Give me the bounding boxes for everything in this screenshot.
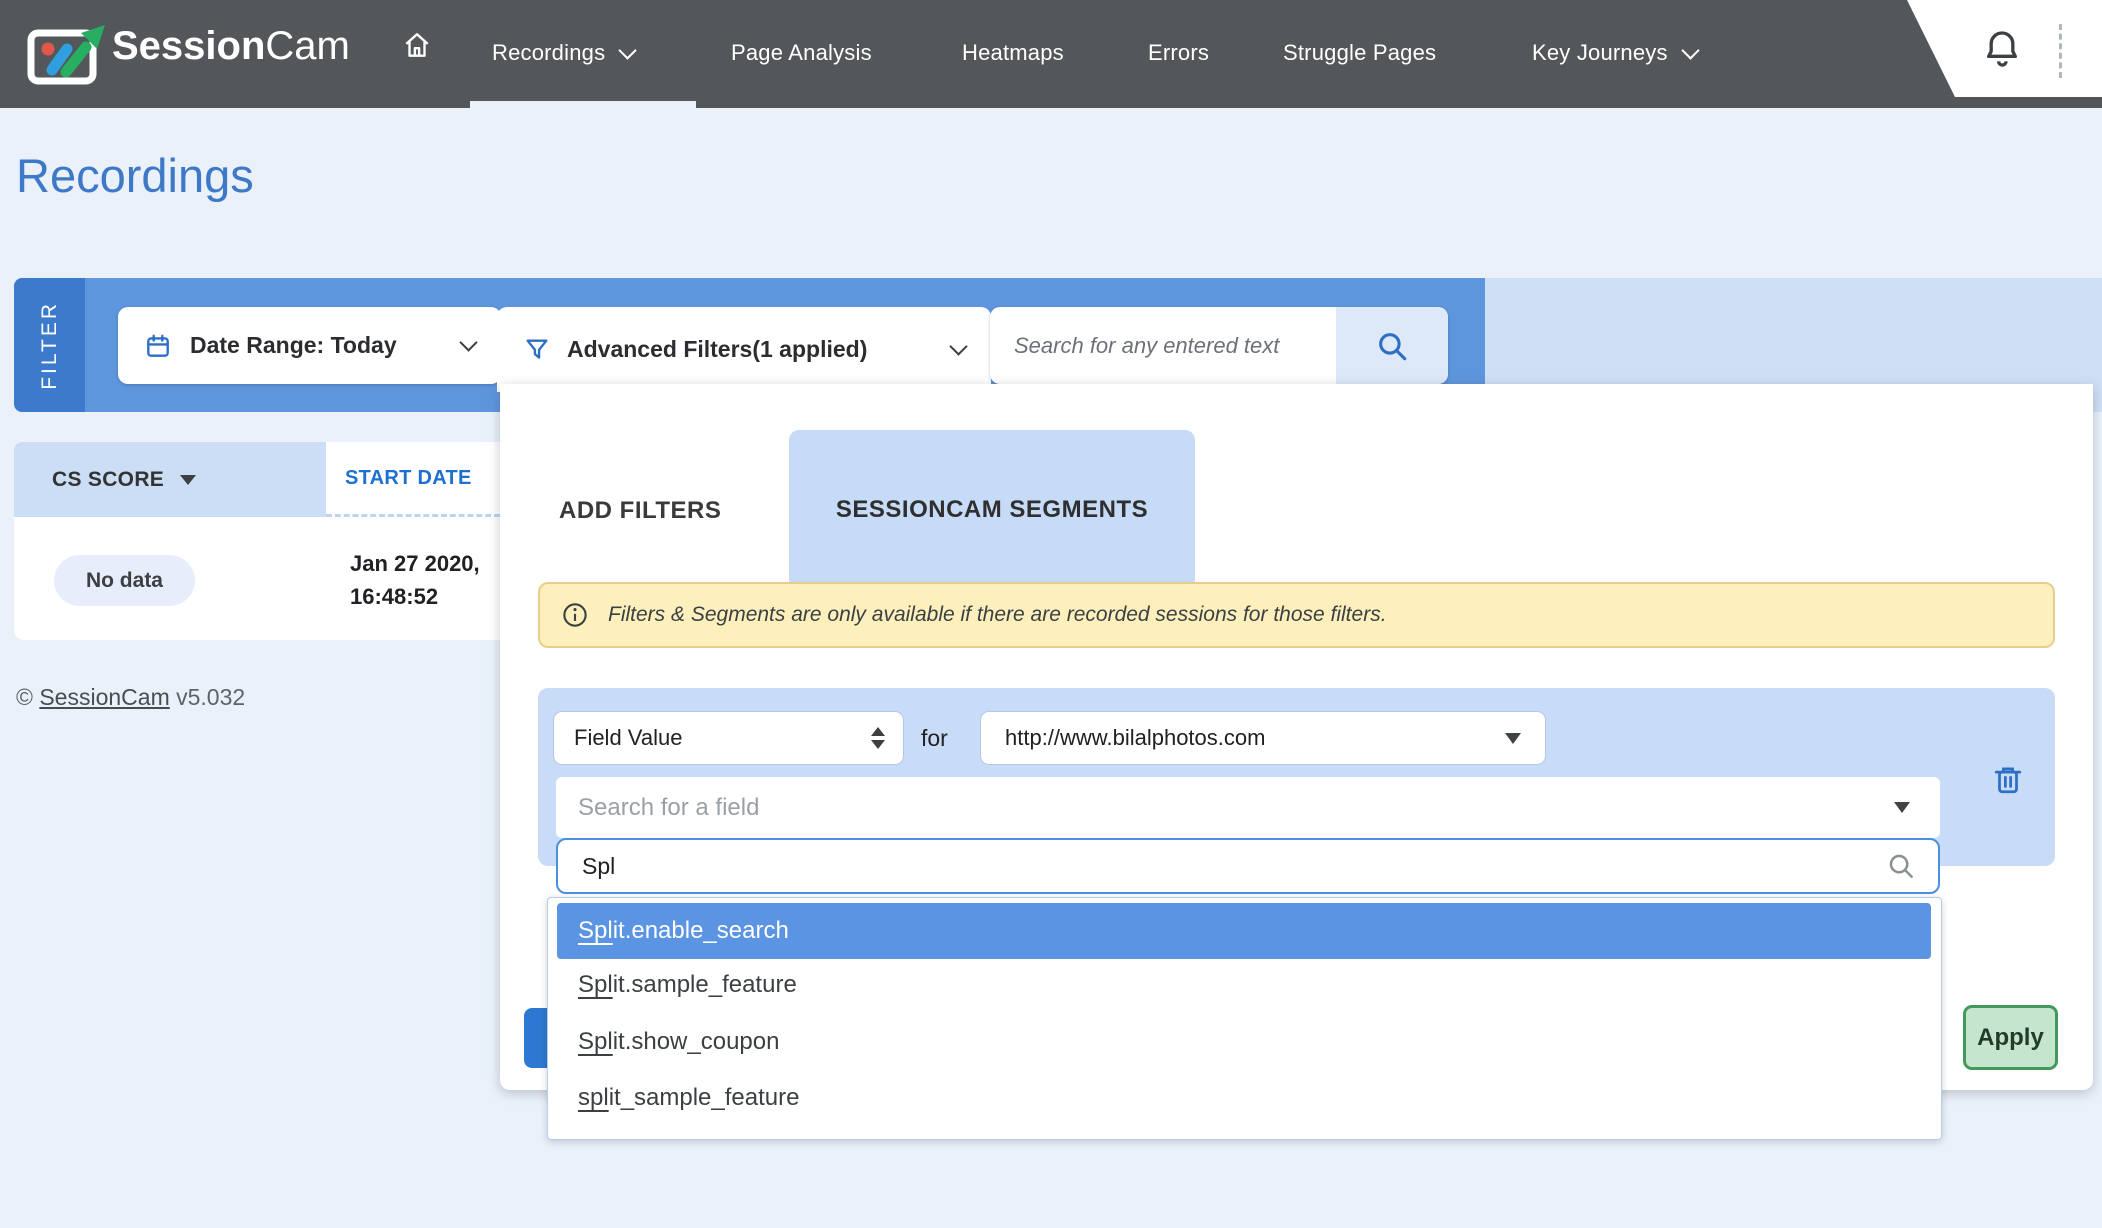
brand-cam: Cam bbox=[265, 24, 349, 69]
calendar-icon bbox=[144, 332, 172, 360]
delete-filter-trash-icon[interactable] bbox=[1991, 760, 2025, 800]
start-date-line2: 16:48:52 bbox=[350, 580, 480, 613]
info-banner-text: Filters & Segments are only available if… bbox=[608, 603, 1387, 627]
search-button[interactable] bbox=[1336, 307, 1448, 384]
field-search-placeholder: Search for a field bbox=[578, 794, 759, 822]
footer-sessioncam-link[interactable]: SessionCam bbox=[39, 684, 169, 710]
search-icon bbox=[1375, 329, 1409, 363]
app-screen: SessionCam Recordings Page Analysis Heat… bbox=[0, 0, 2102, 1228]
site-select-value: http://www.bilalphotos.com bbox=[1005, 725, 1265, 751]
chevron-down-icon bbox=[1681, 41, 1699, 59]
start-date-cell: Jan 27 2020, 16:48:52 bbox=[350, 547, 480, 613]
footer: © SessionCam v5.032 bbox=[16, 684, 245, 711]
nav-label: Key Journeys bbox=[1532, 40, 1668, 66]
option-rest: it.enable_search bbox=[613, 917, 789, 945]
start-date-line1: Jan 27 2020, bbox=[350, 547, 480, 580]
option-rest: it_sample_feature bbox=[609, 1084, 800, 1111]
option-split-enable-search[interactable]: Split.enable_search bbox=[557, 903, 1931, 959]
sort-caret-icon bbox=[180, 475, 196, 485]
field-type-value: Field Value bbox=[574, 725, 682, 751]
apply-button[interactable]: Apply bbox=[1963, 1005, 2058, 1070]
option-match: spl bbox=[578, 1084, 609, 1111]
advanced-filters-button[interactable]: Advanced Filters(1 applied) bbox=[497, 307, 991, 392]
more-menu-dots[interactable] bbox=[2059, 24, 2062, 78]
column-header-cs-score[interactable]: CS SCORE bbox=[14, 442, 326, 517]
sessioncam-logo-icon[interactable] bbox=[26, 20, 108, 88]
info-icon bbox=[562, 602, 588, 628]
for-label: for bbox=[921, 712, 948, 764]
field-type-select[interactable]: Field Value bbox=[554, 712, 903, 764]
dropdown-caret-icon bbox=[1505, 733, 1521, 744]
option-split-show-coupon[interactable]: Split.show_coupon bbox=[578, 1028, 779, 1056]
nav-label: Page Analysis bbox=[731, 40, 872, 66]
option-match: Spl bbox=[578, 971, 613, 998]
field-query-box bbox=[556, 838, 1940, 894]
brand-wordmark[interactable]: SessionCam bbox=[112, 24, 350, 69]
field-query-input[interactable] bbox=[558, 852, 1886, 881]
nav-item-recordings[interactable]: Recordings bbox=[492, 30, 634, 76]
dropdown-caret-icon bbox=[1894, 802, 1910, 813]
notifications-bell-icon[interactable] bbox=[1982, 26, 2022, 70]
advanced-filters-label: Advanced Filters(1 applied) bbox=[567, 336, 867, 363]
spinner-updown-icon bbox=[871, 727, 885, 749]
home-icon[interactable] bbox=[402, 30, 432, 60]
info-banner: Filters & Segments are only available if… bbox=[538, 582, 2055, 648]
footer-version: v5.032 bbox=[170, 684, 245, 710]
field-search-combo[interactable]: Search for a field bbox=[556, 777, 1940, 838]
nav-label: Heatmaps bbox=[962, 40, 1064, 66]
brand-session: Session bbox=[112, 24, 265, 69]
funnel-icon bbox=[523, 336, 551, 364]
start-date-header-label: START DATE bbox=[345, 467, 472, 490]
page-title: Recordings bbox=[16, 148, 254, 203]
active-tab-indicator bbox=[470, 101, 696, 108]
cs-score-badge: No data bbox=[54, 555, 195, 606]
date-range-label: Date Range: Today bbox=[190, 332, 397, 359]
option-rest: it.sample_feature bbox=[613, 971, 797, 998]
filter-tab-label: FILTER bbox=[38, 301, 62, 390]
nav-item-struggle-pages[interactable]: Struggle Pages bbox=[1283, 30, 1436, 76]
option-match: Spl bbox=[578, 917, 613, 945]
cs-score-header-label: CS SCORE bbox=[52, 468, 164, 492]
nav-item-heatmaps[interactable]: Heatmaps bbox=[962, 30, 1064, 76]
column-header-start-date[interactable]: START DATE bbox=[326, 442, 500, 517]
site-select[interactable]: http://www.bilalphotos.com bbox=[981, 712, 1545, 764]
chevron-down-icon bbox=[949, 337, 967, 355]
filter-side-tab[interactable]: FILTER bbox=[14, 278, 85, 412]
nav-item-errors[interactable]: Errors bbox=[1148, 30, 1209, 76]
nav-label: Recordings bbox=[492, 40, 605, 66]
copyright-symbol: © bbox=[16, 684, 39, 710]
option-split-sample-feature-lower[interactable]: split_sample_feature bbox=[578, 1084, 799, 1112]
nav-label: Struggle Pages bbox=[1283, 40, 1436, 66]
option-match: Spl bbox=[578, 1028, 613, 1055]
tab-sessioncam-segments[interactable]: SESSIONCAM SEGMENTS bbox=[789, 430, 1195, 590]
chevron-down-icon bbox=[619, 41, 637, 59]
chevron-down-icon bbox=[459, 333, 477, 351]
option-split-sample-feature[interactable]: Split.sample_feature bbox=[578, 971, 797, 999]
option-rest: it.show_coupon bbox=[613, 1028, 780, 1055]
nav-item-key-journeys[interactable]: Key Journeys bbox=[1532, 30, 1697, 76]
search-input[interactable] bbox=[990, 307, 1336, 384]
session-search bbox=[990, 307, 1448, 384]
nav-item-page-analysis[interactable]: Page Analysis bbox=[731, 30, 872, 76]
date-range-button[interactable]: Date Range: Today bbox=[118, 307, 501, 384]
tab-add-filters[interactable]: ADD FILTERS bbox=[559, 497, 721, 525]
nav-label: Errors bbox=[1148, 40, 1209, 66]
top-nav: SessionCam Recordings Page Analysis Heat… bbox=[0, 0, 2102, 108]
search-icon bbox=[1886, 851, 1916, 881]
